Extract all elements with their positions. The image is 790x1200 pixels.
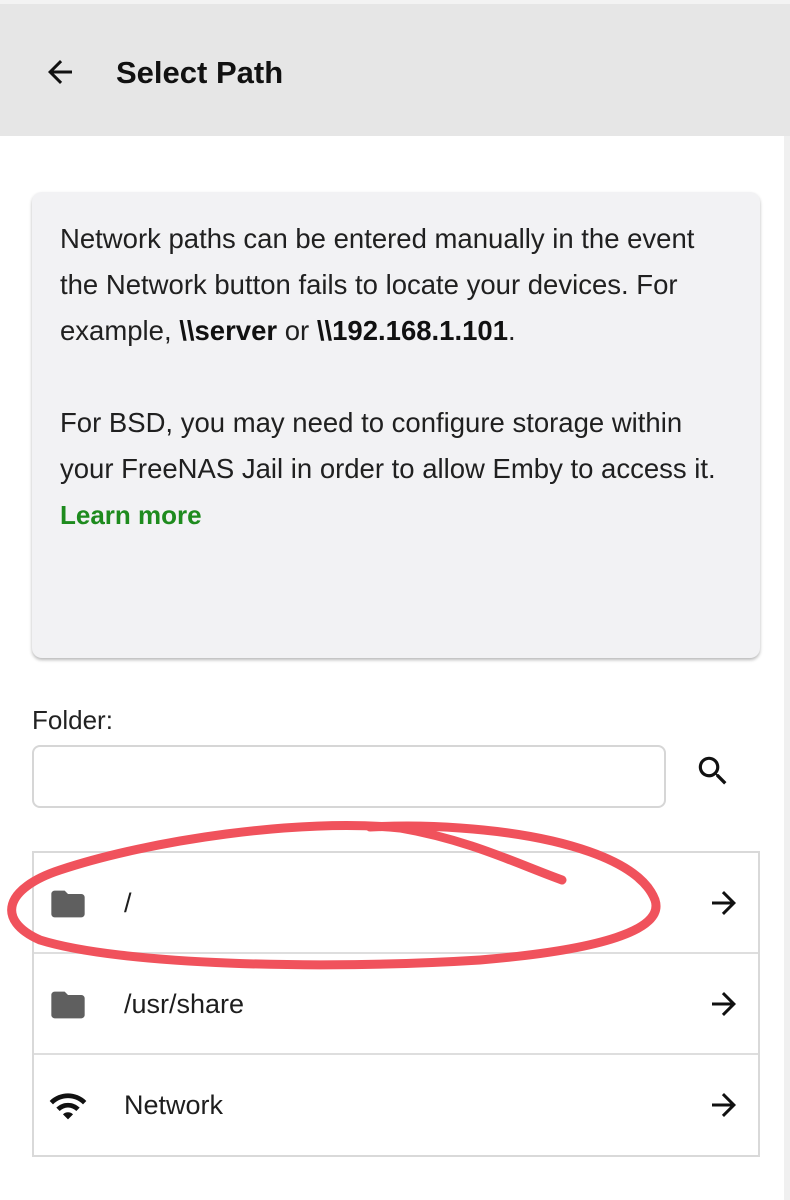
path-row-root[interactable]: /: [34, 853, 758, 954]
period-text: .: [508, 315, 516, 346]
arrow-right-icon: [704, 883, 744, 923]
network-paths-help: Network paths can be entered manually in…: [60, 216, 732, 354]
wifi-icon: [48, 1086, 88, 1126]
back-button[interactable]: [36, 48, 84, 96]
bsd-help: For BSD, you may need to configure stora…: [60, 407, 716, 484]
arrow-left-icon: [48, 60, 72, 84]
path-label: /: [124, 888, 132, 918]
network-info-card: Network paths can be entered manually in…: [32, 192, 760, 658]
search-button[interactable]: [688, 746, 738, 796]
search-icon: [698, 756, 727, 785]
path-row-network[interactable]: Network: [34, 1055, 758, 1156]
arrow-right-icon: [704, 984, 744, 1024]
example-server: \\server: [179, 315, 278, 346]
learn-more-link[interactable]: Learn more: [60, 492, 202, 538]
or-text: or: [277, 315, 317, 346]
path-row-usr-share[interactable]: /usr/share: [34, 954, 758, 1055]
path-label: /usr/share: [124, 989, 245, 1019]
folder-input[interactable]: [32, 745, 666, 808]
path-label: Network: [124, 1090, 224, 1120]
scrollbar-track: [784, 136, 790, 1200]
page-title: Select Path: [116, 55, 284, 90]
folder-icon: [48, 884, 88, 924]
folder-icon: [48, 985, 88, 1025]
folder-label: Folder:: [32, 705, 113, 735]
example-ip: \\192.168.1.101: [316, 315, 508, 346]
app-header: Select Path: [0, 0, 790, 136]
arrow-right-icon: [704, 1085, 744, 1125]
path-list: / /usr/share Network: [32, 851, 760, 1157]
